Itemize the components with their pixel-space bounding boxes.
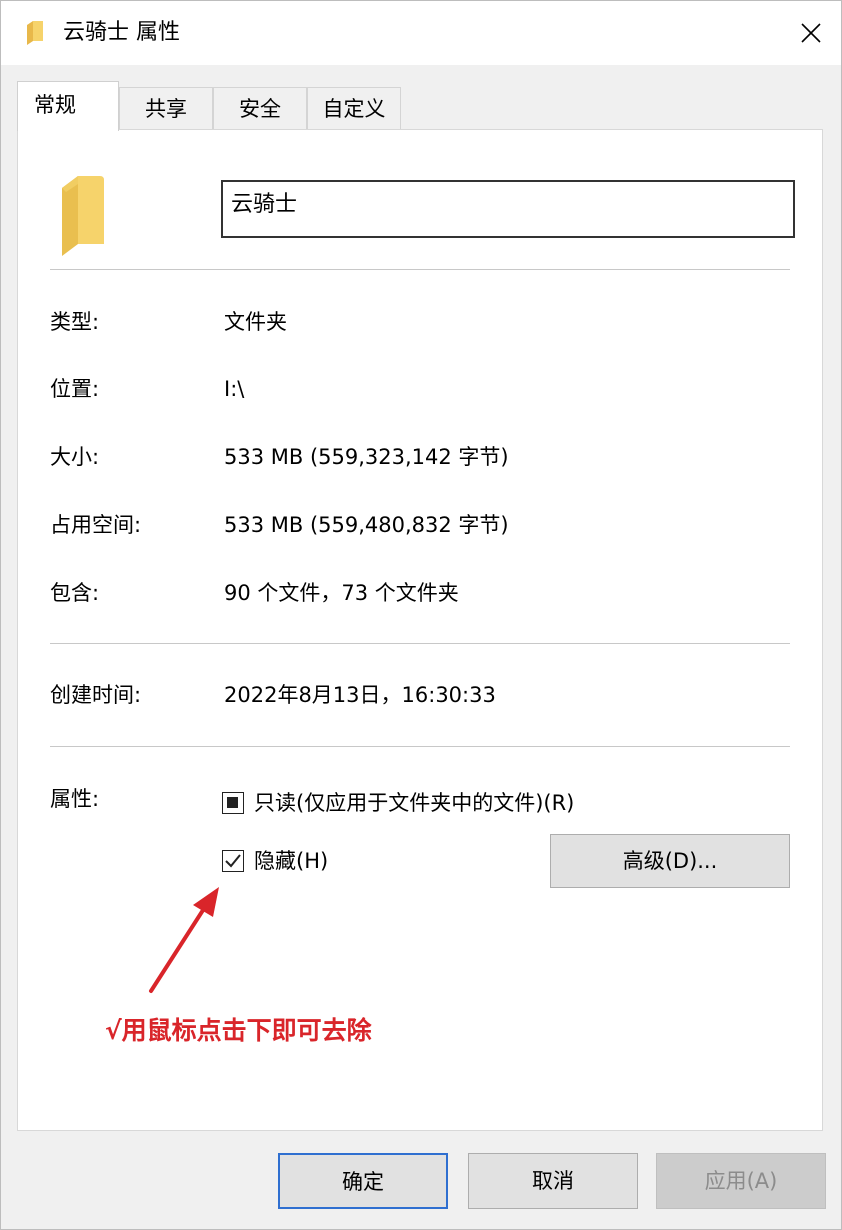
close-icon [801, 23, 821, 43]
advanced-button[interactable]: 高级(D)... [550, 834, 790, 888]
tab-sharing[interactable]: 共享 [119, 87, 213, 129]
size-on-disk-label: 占用空间: [50, 513, 142, 537]
checkmark-icon [225, 854, 241, 868]
folder-icon [62, 176, 104, 256]
tab-customize[interactable]: 自定义 [307, 87, 401, 129]
separator [50, 269, 790, 270]
hidden-label[interactable]: 隐藏(H) [254, 846, 328, 876]
folder-icon [27, 21, 43, 45]
cancel-button[interactable]: 取消 [468, 1153, 638, 1209]
location-label: 位置: [50, 377, 100, 401]
attributes-label: 属性: [50, 787, 100, 811]
contains-label: 包含: [50, 581, 100, 605]
size-label: 大小: [50, 445, 100, 469]
red-arrow-icon [149, 887, 219, 993]
folder-name-input[interactable]: 云骑士 [221, 180, 795, 238]
window-title: 云骑士 属性 [63, 20, 180, 45]
apply-button[interactable]: 应用(A) [656, 1153, 826, 1209]
title-bar[interactable]: 云骑士 属性 [1, 1, 841, 65]
readonly-checkbox[interactable] [222, 792, 244, 814]
tab-security[interactable]: 安全 [213, 87, 307, 129]
contains-value: 90 个文件，73 个文件夹 [224, 581, 459, 605]
size-on-disk-value: 533 MB (559,480,832 字节) [224, 513, 509, 537]
separator [50, 643, 790, 644]
general-panel: 云骑士 类型: 文件夹 位置: I:\ 大小: 533 MB (559,323,… [17, 129, 823, 1131]
close-button[interactable] [791, 13, 831, 53]
created-label: 创建时间: [50, 683, 142, 707]
indeterminate-mark-icon [227, 797, 238, 808]
type-label: 类型: [50, 310, 100, 334]
ok-button[interactable]: 确定 [278, 1153, 448, 1209]
annotation-text: √用鼠标点击下即可去除 [105, 1016, 372, 1045]
properties-dialog: 云骑士 属性 常规 共享 安全 自定义 云骑士 类型: 文件夹 位置: I:\ … [0, 0, 842, 1230]
created-value: 2022年8月13日，16:30:33 [224, 683, 496, 707]
type-value: 文件夹 [224, 310, 287, 334]
readonly-label[interactable]: 只读(仅应用于文件夹中的文件)(R) [254, 788, 574, 818]
tab-general[interactable]: 常规 [17, 81, 119, 131]
size-value: 533 MB (559,323,142 字节) [224, 445, 509, 469]
hidden-checkbox[interactable] [222, 850, 244, 872]
location-value: I:\ [224, 377, 245, 401]
separator [50, 746, 790, 747]
